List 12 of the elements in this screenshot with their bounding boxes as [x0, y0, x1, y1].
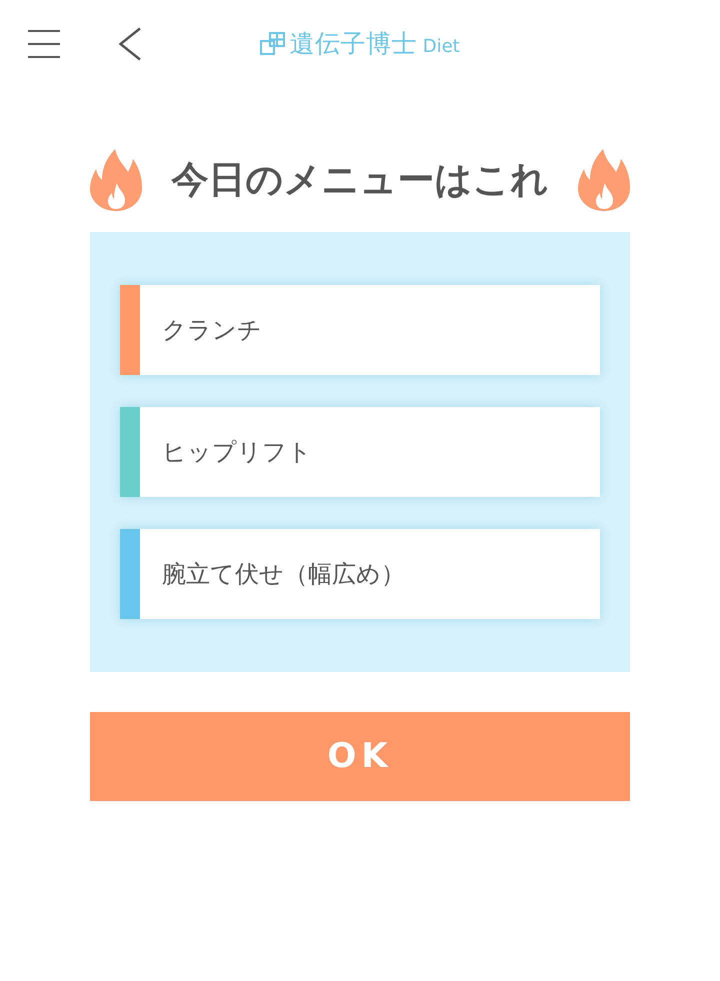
logo-suffix-text: Diet [422, 36, 460, 58]
logo-text: 遺伝子博士 [289, 29, 417, 59]
flame-icon [90, 149, 142, 211]
exercise-name: 腕立て伏せ（幅広め） [161, 559, 405, 590]
logo-icon [260, 32, 286, 56]
flame-icon [578, 149, 630, 211]
exercise-name: ヒップリフト [161, 437, 312, 468]
page-title: 今日のメニューはこれ [172, 160, 548, 200]
exercise-name: クランチ [161, 315, 262, 346]
ok-button[interactable]: OK [90, 712, 630, 801]
chevron-left-icon[interactable] [118, 27, 142, 61]
menu-icon[interactable] [28, 30, 60, 58]
